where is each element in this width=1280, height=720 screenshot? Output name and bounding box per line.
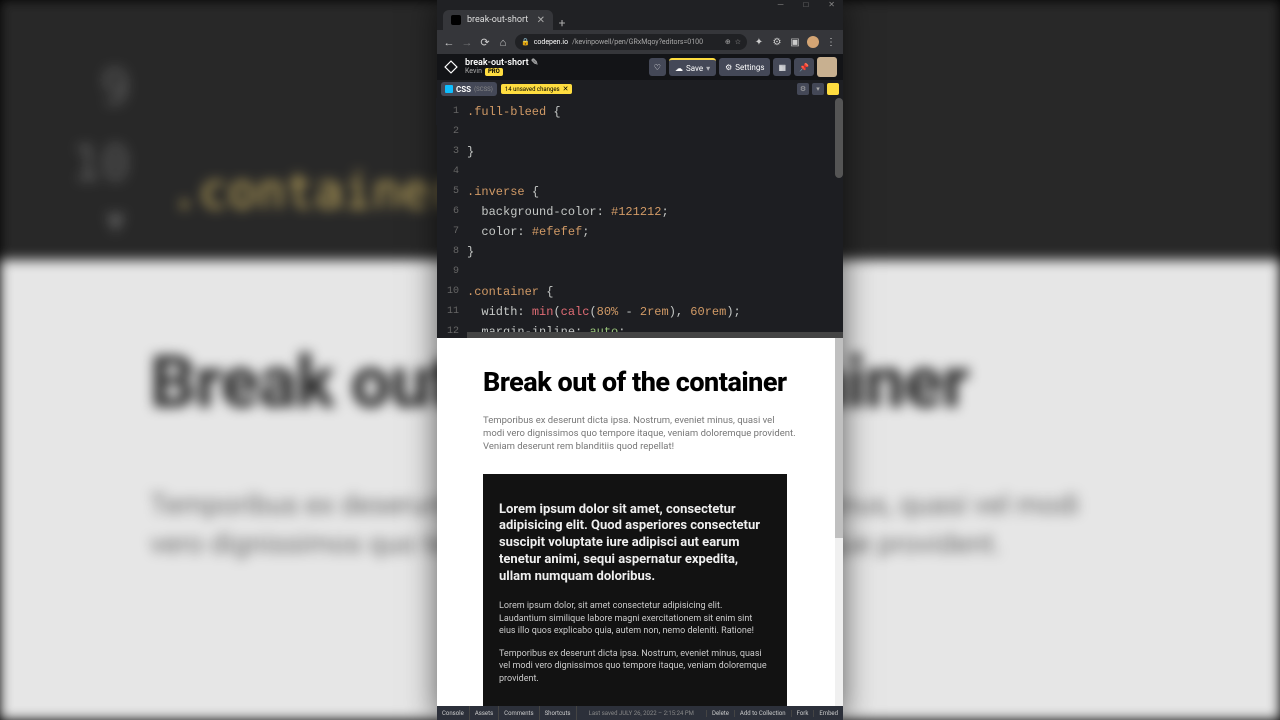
side-panel-icon[interactable]: ▣ <box>789 37 801 48</box>
extensions-icon[interactable]: ✦ <box>753 37 765 48</box>
editor-settings-icon[interactable]: ⚙ <box>797 83 809 95</box>
code-content[interactable]: background-color: #121212; <box>467 202 669 222</box>
add-collection-button[interactable]: Add to Collection <box>734 710 791 717</box>
assets-button[interactable]: Assets <box>470 706 499 720</box>
console-button[interactable]: Console <box>437 706 470 720</box>
code-content[interactable]: .inverse { <box>467 182 539 202</box>
pen-title[interactable]: break-out-short <box>465 58 529 68</box>
codepen-footer: Console Assets Comments Shortcuts Last s… <box>437 706 843 720</box>
line-number: 2 <box>437 122 467 142</box>
line-number: 1 <box>437 102 467 122</box>
line-number: 7 <box>437 222 467 242</box>
fork-button[interactable]: Fork <box>791 710 814 717</box>
editor-scrollbar-vertical[interactable] <box>835 98 843 178</box>
preview-scrollbar[interactable] <box>835 338 843 706</box>
line-number: 9 <box>437 262 467 282</box>
lock-icon: 🔒 <box>521 38 530 46</box>
preview-inverse-p2: Temporibus ex deserunt dicta ipsa. Nostr… <box>499 648 771 686</box>
preview-inverse-heading: Lorem ipsum dolor sit amet, consectetur … <box>499 502 771 586</box>
preview-heading: Break out of the container <box>483 368 797 398</box>
pen-author[interactable]: Kevin <box>465 68 482 75</box>
code-line[interactable]: 2 <box>437 122 843 142</box>
preview-paragraph: Temporibus ex deserunt dicta ipsa. Nostr… <box>483 414 797 454</box>
browser-tab[interactable]: break-out-short ✕ <box>443 10 553 30</box>
embed-button[interactable]: Embed <box>813 710 843 717</box>
code-content[interactable]: color: #efefef; <box>467 222 589 242</box>
code-line[interactable]: 9 <box>437 262 843 282</box>
nav-back-icon[interactable]: ← <box>443 36 455 49</box>
code-content[interactable]: width: min(calc(80% - 2rem), 60rem); <box>467 302 741 322</box>
menu-icon[interactable]: ⋮ <box>825 37 837 48</box>
url-path: /kevinpowell/pen/GRxMqoy?editors=0100 <box>572 38 703 46</box>
code-line[interactable]: 11 width: min(calc(80% - 2rem), 60rem); <box>437 302 843 322</box>
user-avatar[interactable] <box>817 57 837 77</box>
code-content[interactable]: } <box>467 242 474 262</box>
unsaved-badge[interactable]: 14 unsaved changes ✕ <box>501 84 573 94</box>
editor-tabs: HTML CSS (SCSS) 14 unsaved changes ✕ ⚙ ▾ <box>437 80 843 98</box>
css-icon <box>445 85 453 93</box>
line-number: 12 <box>437 322 467 338</box>
delete-button[interactable]: Delete <box>706 710 734 717</box>
css-panel-tab[interactable]: CSS (SCSS) <box>441 82 497 96</box>
love-button[interactable]: ♡ <box>649 58 666 76</box>
address-bar: ← → ⟳ ⌂ 🔒 codepen.io/kevinpowell/pen/GRx… <box>437 30 843 54</box>
comments-button[interactable]: Comments <box>499 706 539 720</box>
tab-title: break-out-short <box>467 15 528 25</box>
tab-close-icon[interactable]: ✕ <box>537 15 545 26</box>
window-titlebar: ─ □ ✕ <box>437 0 843 8</box>
url-domain: codepen.io <box>534 38 568 46</box>
codepen-logo-icon[interactable] <box>444 60 458 74</box>
shortcuts-button[interactable]: Shortcuts <box>540 706 577 720</box>
dismiss-unsaved-icon[interactable]: ✕ <box>563 85 569 93</box>
line-number: 10 <box>437 282 467 302</box>
favicon-icon <box>451 15 461 25</box>
layout-button[interactable]: ▦ <box>773 58 791 76</box>
editor-status-icon <box>827 83 839 95</box>
browser-tabstrip: break-out-short ✕ + <box>437 8 843 30</box>
pen-title-block: break-out-short ✎ KevinPRO <box>465 59 538 76</box>
line-number: 3 <box>437 142 467 162</box>
line-number: 6 <box>437 202 467 222</box>
preview-pane: Break out of the container Temporibus ex… <box>437 338 843 706</box>
puzzle-icon[interactable]: ⚙ <box>771 37 783 48</box>
cloud-icon: ☁ <box>675 64 683 73</box>
code-line[interactable]: 4 <box>437 162 843 182</box>
line-number: 11 <box>437 302 467 322</box>
preview-inverse-p1: Lorem ipsum dolor, sit amet consectetur … <box>499 600 771 638</box>
browser-window: ─ □ ✕ break-out-short ✕ + ← → ⟳ ⌂ 🔒 code… <box>437 0 843 720</box>
pro-badge: PRO <box>485 68 503 76</box>
gear-icon: ⚙ <box>725 63 732 72</box>
preview-inverse-box: Lorem ipsum dolor sit amet, consectetur … <box>483 474 787 706</box>
code-content[interactable]: } <box>467 142 474 162</box>
code-line[interactable]: 7 color: #efefef; <box>437 222 843 242</box>
codepen-header: break-out-short ✎ KevinPRO ♡ ☁Save▾ ⚙Set… <box>437 54 843 80</box>
nav-home-icon[interactable]: ⌂ <box>497 36 509 49</box>
install-icon[interactable]: ⊕ <box>725 38 731 46</box>
code-content[interactable]: .container { <box>467 282 553 302</box>
editor-chevron-icon[interactable]: ▾ <box>812 83 824 95</box>
code-line[interactable]: 1.full-bleed { <box>437 102 843 122</box>
url-input[interactable]: 🔒 codepen.io/kevinpowell/pen/GRxMqoy?edi… <box>515 34 747 50</box>
code-line[interactable]: 6 background-color: #121212; <box>437 202 843 222</box>
code-editor[interactable]: 1.full-bleed {23}45.inverse {6 backgroun… <box>437 98 843 338</box>
line-number: 5 <box>437 182 467 202</box>
code-content[interactable]: .full-bleed { <box>467 102 561 122</box>
code-line[interactable]: 8} <box>437 242 843 262</box>
nav-forward-icon[interactable]: → <box>461 36 473 49</box>
line-number: 4 <box>437 162 467 182</box>
save-button[interactable]: ☁Save▾ <box>669 58 716 76</box>
line-number: 8 <box>437 242 467 262</box>
star-icon[interactable]: ☆ <box>735 38 741 46</box>
code-line[interactable]: 3} <box>437 142 843 162</box>
new-tab-button[interactable]: + <box>553 16 571 30</box>
edit-title-icon[interactable]: ✎ <box>531 58 539 68</box>
settings-button[interactable]: ⚙Settings <box>719 58 770 76</box>
nav-reload-icon[interactable]: ⟳ <box>479 36 491 49</box>
pin-button[interactable]: 📌 <box>794 58 814 76</box>
code-line[interactable]: 10.container { <box>437 282 843 302</box>
profile-avatar-icon[interactable] <box>807 36 819 48</box>
code-line[interactable]: 5.inverse { <box>437 182 843 202</box>
last-saved-label: Last saved JULY 26, 2022 – 2:15:24 PM <box>577 710 706 717</box>
